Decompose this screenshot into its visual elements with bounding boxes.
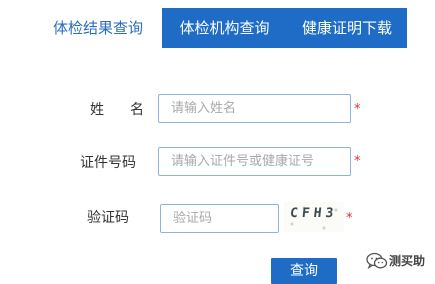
tab-health-certificate-download[interactable]: 健康证明下载 (287, 8, 407, 48)
captcha-image-text: CFH3 (289, 206, 339, 221)
id-number-label: 证件号码 (80, 155, 136, 171)
tab-bar: 体检结果查询 体检机构查询 健康证明下载 (0, 0, 435, 48)
captcha-label: 验证码 (87, 210, 129, 226)
tab-exam-institution-query[interactable]: 体检机构查询 (162, 8, 287, 48)
captcha-required-mark: * (346, 211, 353, 226)
query-button[interactable]: 查询 (271, 258, 337, 284)
captcha-image[interactable]: CFH3 (284, 202, 344, 232)
id-number-input[interactable] (158, 147, 351, 176)
name-required-mark: * (354, 102, 361, 117)
wechat-icon (366, 252, 388, 269)
id-number-required-mark: * (354, 154, 361, 169)
watermark-text: 测买助 (389, 254, 426, 268)
tab-exam-result-query[interactable]: 体检结果查询 (44, 8, 152, 48)
name-input[interactable] (158, 94, 351, 123)
captcha-input[interactable] (160, 204, 279, 233)
